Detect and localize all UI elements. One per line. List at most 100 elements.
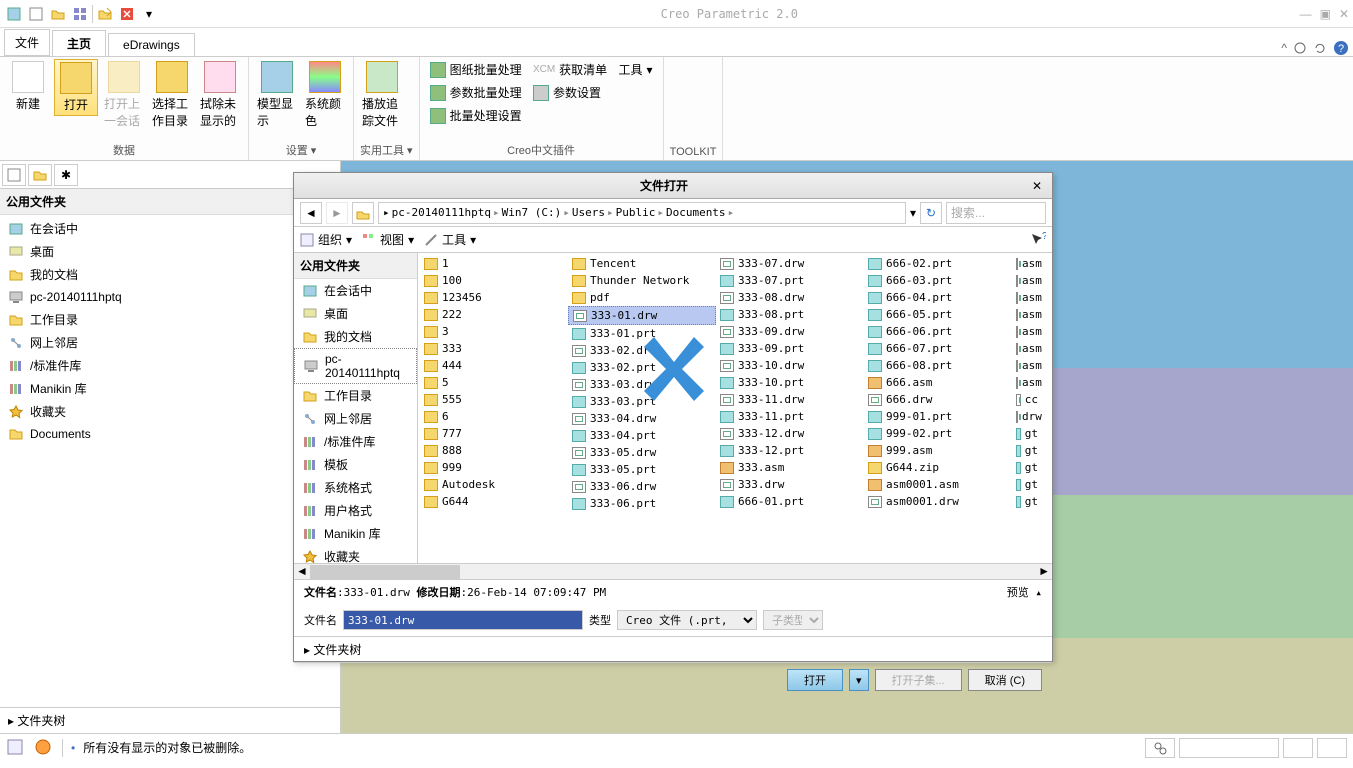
open-dropdown-button[interactable]: ▾ <box>849 669 869 691</box>
status-icon-1[interactable] <box>6 738 26 758</box>
file-item[interactable]: 333-05.prt <box>568 461 716 478</box>
tree-item[interactable]: 工作目录 <box>0 308 340 331</box>
file-item[interactable]: 333-05.drw <box>568 444 716 461</box>
file-item[interactable]: 333-08.prt <box>716 306 864 323</box>
file-item[interactable]: 666-02.prt <box>864 255 1012 272</box>
status-select[interactable] <box>1179 738 1279 758</box>
subtype-select[interactable]: 子类型 <box>763 610 823 630</box>
sidebar-item[interactable]: /标准件库 <box>294 430 417 453</box>
sidebar-item[interactable]: Manikin 库 <box>294 522 417 545</box>
maximize-icon[interactable]: ▣ <box>1320 7 1331 21</box>
file-item[interactable]: G644 <box>420 493 568 510</box>
qat-open-icon[interactable] <box>48 4 68 24</box>
file-item[interactable]: 333 <box>420 340 568 357</box>
organize-button[interactable]: 组织 ▾ <box>300 231 352 248</box>
file-item[interactable]: asm <box>1012 374 1042 391</box>
file-item[interactable]: 333-08.drw <box>716 289 864 306</box>
file-item[interactable]: 333-04.prt <box>568 427 716 444</box>
open-subset-button[interactable]: 打开子集... <box>875 669 962 691</box>
folder-tree-toggle[interactable]: ▸ 文件夹树 <box>0 707 340 733</box>
sys-colors-button[interactable]: 系统颜色 <box>303 59 347 131</box>
file-item[interactable]: 333-10.prt <box>716 374 864 391</box>
type-select[interactable]: Creo 文件 (.prt, .asm, <box>617 610 757 630</box>
nav-tab-3[interactable]: ✱ <box>54 164 78 186</box>
file-item[interactable]: 100 <box>420 272 568 289</box>
tree-item[interactable]: 收藏夹 <box>0 400 340 423</box>
help-pointer-icon[interactable]: ? <box>1030 232 1046 248</box>
qat-icon-2[interactable] <box>26 4 46 24</box>
minimize-icon[interactable]: — <box>1300 7 1312 21</box>
view-button[interactable]: 视图 ▾ <box>362 231 414 248</box>
file-item[interactable]: 999-02.prt <box>864 425 1012 442</box>
close-icon[interactable]: ✕ <box>1339 7 1349 21</box>
file-item[interactable]: 333-06.prt <box>568 495 716 512</box>
file-item[interactable]: 333.drw <box>716 476 864 493</box>
file-item[interactable]: 666-06.prt <box>864 323 1012 340</box>
status-btn-1[interactable] <box>1283 738 1313 758</box>
file-item[interactable]: gt <box>1012 442 1042 459</box>
file-item[interactable]: 666-04.prt <box>864 289 1012 306</box>
file-item[interactable]: asm <box>1012 340 1042 357</box>
play-trail-button[interactable]: 播放追踪文件 <box>360 59 404 131</box>
file-item[interactable]: 666-03.prt <box>864 272 1012 289</box>
model-disp-button[interactable]: 模型显示 <box>255 59 299 131</box>
tree-item[interactable]: 网上邻居 <box>0 331 340 354</box>
refresh-icon[interactable] <box>1313 41 1327 55</box>
sidebar-item[interactable]: 模板 <box>294 453 417 476</box>
file-item[interactable]: 333-07.drw <box>716 255 864 272</box>
file-item[interactable]: asm <box>1012 323 1042 340</box>
file-item[interactable]: 333-01.drw <box>568 306 716 325</box>
file-item[interactable]: 1 <box>420 255 568 272</box>
sidebar-item[interactable]: 我的文档 <box>294 325 417 348</box>
tools-label[interactable]: 工具 <box>619 61 643 78</box>
qat-icon-4[interactable] <box>70 4 90 24</box>
help-dropdown-icon[interactable] <box>1293 41 1307 55</box>
file-item[interactable]: pdf <box>568 289 716 306</box>
status-icon-2[interactable] <box>34 738 54 758</box>
file-item[interactable]: 333-06.drw <box>568 478 716 495</box>
file-item[interactable]: drw <box>1012 408 1042 425</box>
refresh-button[interactable]: ↻ <box>920 202 942 224</box>
param-batch-button[interactable]: 参数批量处理 参数设置 <box>426 82 657 103</box>
qat-dropdown-icon[interactable]: ▾ <box>139 4 159 24</box>
file-item[interactable]: asm0001.drw <box>864 493 1012 510</box>
breadcrumb-segment[interactable]: Win7 (C:) <box>502 206 562 219</box>
tools-button[interactable]: 工具 ▾ <box>424 231 476 248</box>
file-item[interactable]: asm0001.asm <box>864 476 1012 493</box>
file-item[interactable]: 333-07.prt <box>716 272 864 289</box>
collapse-ribbon-icon[interactable]: ^ <box>1281 41 1287 55</box>
search-input[interactable]: 搜索... <box>946 202 1046 224</box>
file-item[interactable]: asm <box>1012 357 1042 374</box>
file-item[interactable]: asm <box>1012 306 1042 323</box>
file-item[interactable]: gt <box>1012 425 1042 442</box>
erase-button[interactable]: 拭除未显示的 <box>198 59 242 131</box>
file-item[interactable]: 333-12.prt <box>716 442 864 459</box>
tree-item[interactable]: Documents <box>0 423 340 445</box>
breadcrumb-segment[interactable]: Users <box>572 206 605 219</box>
file-item[interactable]: 999-01.prt <box>864 408 1012 425</box>
file-item[interactable]: 6 <box>420 408 568 425</box>
status-btn-2[interactable] <box>1317 738 1347 758</box>
file-item[interactable]: 444 <box>420 357 568 374</box>
tab-home[interactable]: 主页 <box>52 30 106 56</box>
file-item[interactable]: gt <box>1012 476 1042 493</box>
file-item[interactable]: G644.zip <box>864 459 1012 476</box>
breadcrumb-dropdown[interactable]: ▾ <box>910 206 916 220</box>
tree-item[interactable]: 我的文档 <box>0 263 340 286</box>
draw-batch-button[interactable]: 图纸批量处理 XCM 获取清单 工具 ▾ <box>426 59 657 80</box>
sidebar-item[interactable]: pc-20140111hptq <box>294 348 417 384</box>
sidebar-item[interactable]: 用户格式 <box>294 499 417 522</box>
file-item[interactable]: 3 <box>420 323 568 340</box>
file-item[interactable]: Autodesk <box>420 476 568 493</box>
file-item[interactable]: 333-09.drw <box>716 323 864 340</box>
file-item[interactable]: 333-12.drw <box>716 425 864 442</box>
nav-tab-2[interactable] <box>28 164 52 186</box>
tree-item[interactable]: /标准件库 <box>0 354 340 377</box>
file-item[interactable]: 333-10.drw <box>716 357 864 374</box>
preview-toggle[interactable]: 预览 ▴ <box>1007 584 1042 600</box>
file-item[interactable]: 5 <box>420 374 568 391</box>
file-item[interactable]: 333-09.prt <box>716 340 864 357</box>
file-item[interactable]: 999 <box>420 459 568 476</box>
sidebar-item[interactable]: 收藏夹 <box>294 545 417 563</box>
open-button[interactable]: 打开 <box>54 59 98 116</box>
